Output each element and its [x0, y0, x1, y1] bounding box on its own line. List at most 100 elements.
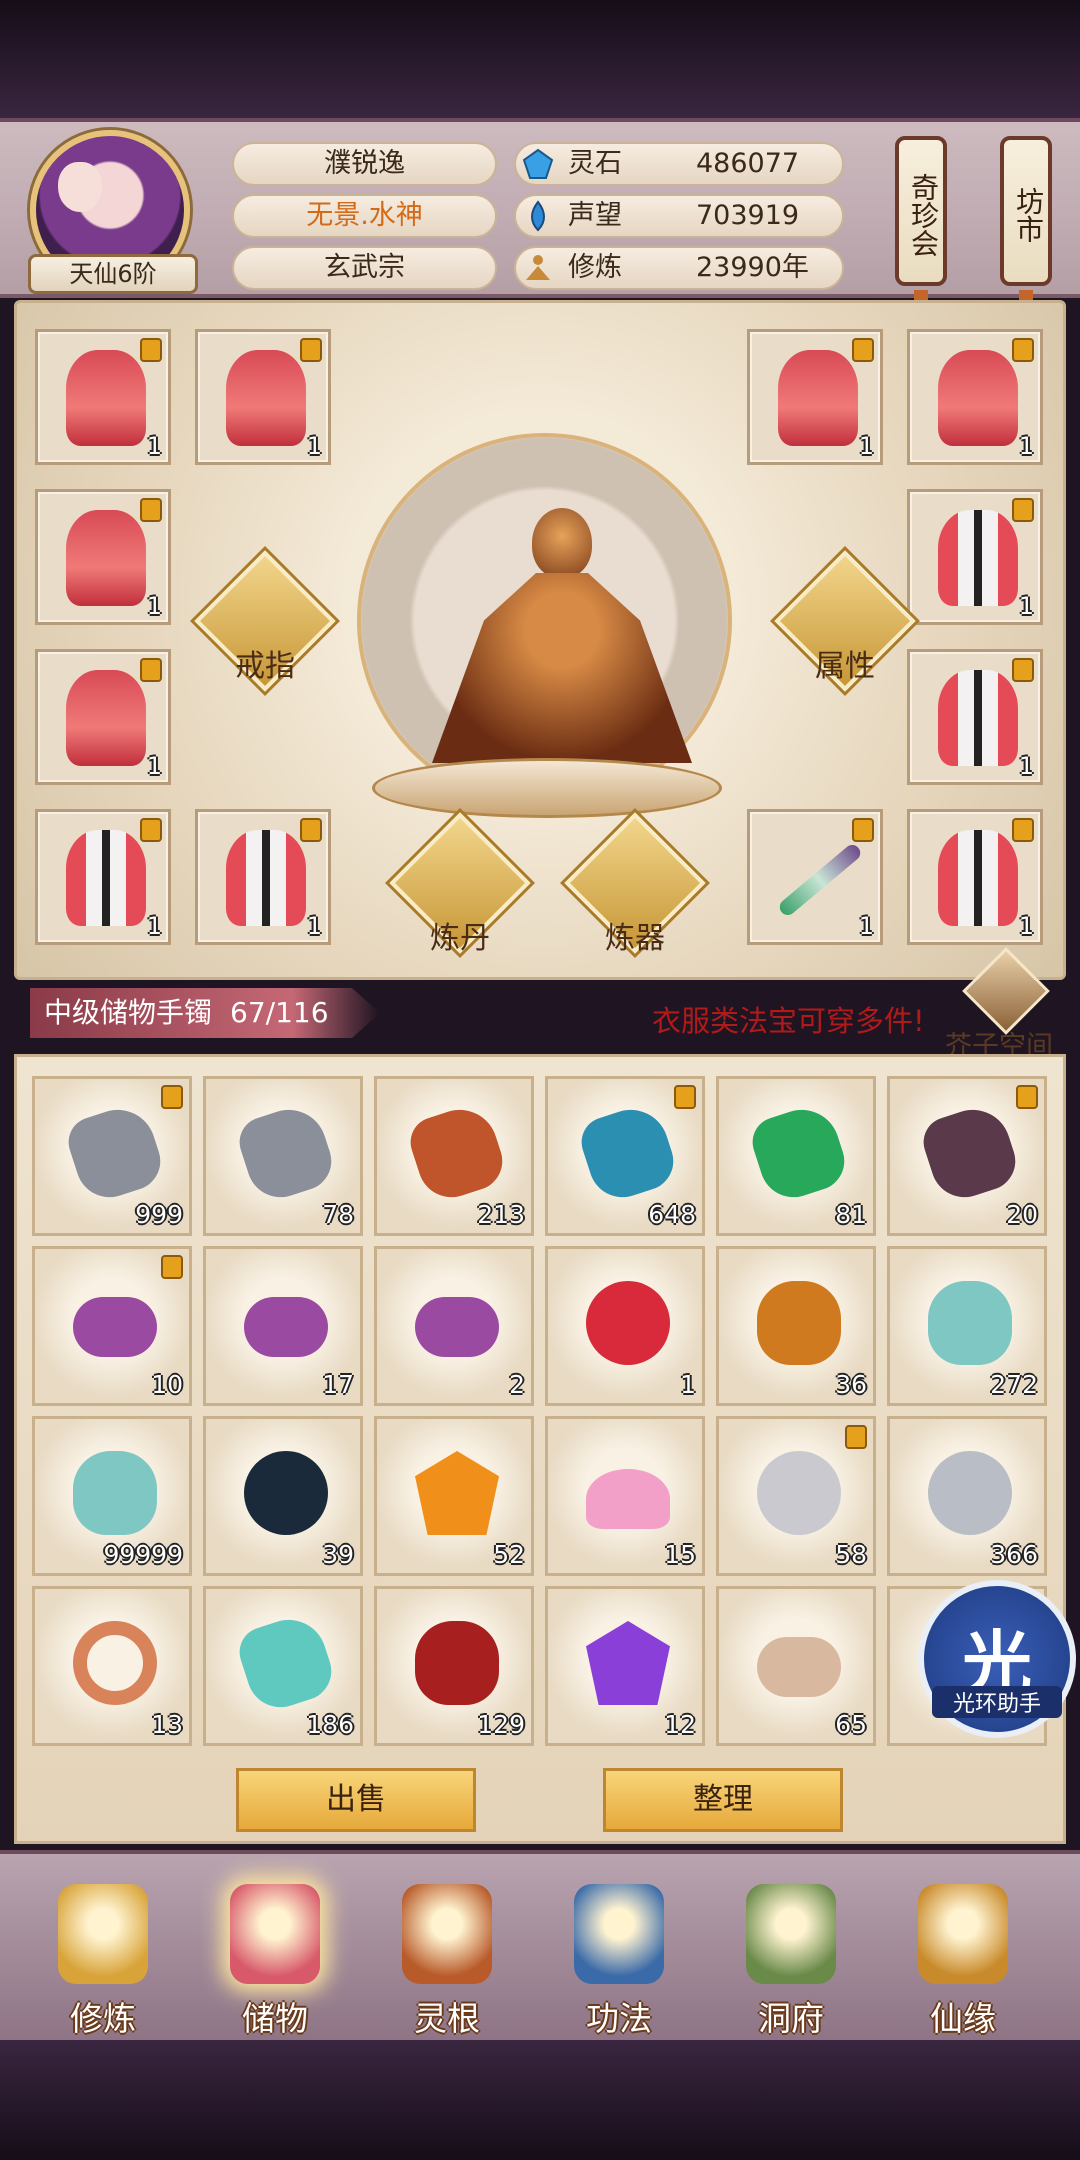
helper-floating-button[interactable]: 光 光环助手 — [918, 1580, 1076, 1738]
item-quantity: 1 — [858, 432, 874, 460]
storage-cell[interactable]: 58 — [716, 1416, 876, 1576]
storage-cell[interactable]: 78 — [203, 1076, 363, 1236]
dark-crystal-icon — [917, 1100, 1023, 1206]
equip-slot[interactable]: 1 — [195, 809, 331, 945]
equip-slot[interactable]: 1 — [907, 649, 1043, 785]
spirit-stone-icon — [522, 148, 554, 179]
player-title[interactable]: 无景.水神 — [232, 194, 497, 238]
equip-slot[interactable]: 1 — [907, 489, 1043, 625]
fire-crystal-icon — [404, 1100, 510, 1206]
sell-button[interactable]: 出售 — [236, 1768, 476, 1832]
treasure-fair-button[interactable]: 奇珍会 — [895, 136, 947, 286]
storage-cell[interactable]: 81 — [716, 1076, 876, 1236]
equip-slot[interactable]: 1 — [35, 329, 171, 465]
equip-slot[interactable]: 1 — [747, 809, 883, 945]
storage-cell[interactable]: 99999 — [32, 1416, 192, 1576]
item-quantity: 366 — [990, 1540, 1038, 1569]
sword-icon — [776, 841, 864, 919]
storage-cell[interactable]: 65 — [716, 1586, 876, 1746]
market-button[interactable]: 坊市 — [1000, 136, 1052, 286]
equip-slot[interactable]: 1 — [35, 649, 171, 785]
sort-button[interactable]: 整理 — [603, 1768, 843, 1832]
item-quantity: 129 — [477, 1710, 525, 1739]
nav-item[interactable]: 仙缘 — [888, 1854, 1038, 2044]
lock-icon — [140, 498, 162, 522]
equip-slot[interactable]: 1 — [35, 489, 171, 625]
equip-slot[interactable]: 1 — [907, 329, 1043, 465]
equip-slot[interactable]: 1 — [195, 329, 331, 465]
robe-icon — [66, 830, 146, 926]
blue-crystal-icon — [575, 1100, 681, 1206]
player-sect[interactable]: 玄武宗 — [232, 246, 497, 290]
stat-reputation: 声望 703919 — [514, 194, 844, 238]
robe-icon — [66, 510, 146, 606]
nav-label: 修炼 — [70, 1999, 136, 2038]
fortune-gourd-icon — [918, 1884, 1008, 1984]
reputation-icon — [531, 200, 545, 232]
nav-item[interactable]: 修炼 — [28, 1854, 178, 2044]
storage-cell[interactable]: 1 — [545, 1246, 705, 1406]
storage-cell[interactable]: 17 — [203, 1246, 363, 1406]
stat-cultivation: 修炼 23990年 — [514, 246, 844, 290]
star-chart-icon — [244, 1451, 328, 1535]
storage-cell[interactable]: 272 — [887, 1246, 1047, 1406]
realm-badge: 天仙6阶 — [28, 254, 198, 294]
stat-label: 修炼 — [568, 252, 622, 283]
robe-icon — [938, 350, 1018, 446]
storage-cell[interactable]: 129 — [374, 1586, 534, 1746]
item-quantity: 39 — [322, 1540, 354, 1569]
player-name: 濮锐逸 — [232, 142, 497, 186]
storage-cell[interactable]: 10 — [32, 1246, 192, 1406]
jade-cloud-icon — [233, 1610, 339, 1716]
nav-item[interactable]: 功法 — [544, 1854, 694, 2044]
storage-cell[interactable]: 648 — [545, 1076, 705, 1236]
equip-slot[interactable]: 1 — [907, 809, 1043, 945]
storage-cell[interactable]: 15 — [545, 1416, 705, 1576]
stat-spirit-stone: 灵石 486077 — [514, 142, 844, 186]
paper-scroll-icon — [757, 1637, 841, 1697]
item-quantity: 36 — [835, 1370, 867, 1399]
storage-cell[interactable]: 13 — [32, 1586, 192, 1746]
nav-label: 灵根 — [414, 1999, 480, 2038]
item-quantity: 1 — [146, 752, 162, 780]
item-quantity: 99999 — [103, 1540, 183, 1569]
storage-cell[interactable]: 366 — [887, 1416, 1047, 1576]
storage-cell[interactable]: 2 — [374, 1246, 534, 1406]
item-quantity: 1 — [858, 912, 874, 940]
item-quantity: 52 — [493, 1540, 525, 1569]
storage-cell[interactable]: 20 — [887, 1076, 1047, 1236]
robe-icon — [66, 670, 146, 766]
storage-cell[interactable]: 186 — [203, 1586, 363, 1746]
nav-item[interactable]: 洞府 — [716, 1854, 866, 2044]
equip-slot[interactable]: 1 — [35, 809, 171, 945]
item-quantity: 272 — [990, 1370, 1038, 1399]
nav-item[interactable]: 灵根 — [372, 1854, 522, 2044]
purple-scroll-icon — [73, 1297, 157, 1357]
jade-vase-icon — [73, 1451, 157, 1535]
technique-book-icon — [574, 1884, 664, 1984]
storage-cell[interactable]: 52 — [374, 1416, 534, 1576]
storage-capacity: 67/116 — [230, 996, 329, 1029]
red-pearl-icon — [586, 1281, 670, 1365]
equip-slot[interactable]: 1 — [747, 329, 883, 465]
item-quantity: 15 — [664, 1540, 696, 1569]
attributes-label: 属性 — [815, 649, 875, 684]
bottom-nav: 修炼 储物 灵根 功法 洞府 仙缘 — [0, 1850, 1080, 2040]
item-quantity: 999 — [135, 1200, 183, 1229]
item-quantity: 17 — [322, 1370, 354, 1399]
item-quantity: 1 — [146, 912, 162, 940]
alchemy-label: 炼丹 — [430, 921, 490, 956]
storage-cell[interactable]: 12 — [545, 1586, 705, 1746]
storage-cell[interactable]: 36 — [716, 1246, 876, 1406]
storage-cell[interactable]: 213 — [374, 1076, 534, 1236]
storage-cell[interactable]: 999 — [32, 1076, 192, 1236]
top-band — [0, 0, 1080, 120]
item-quantity: 78 — [322, 1200, 354, 1229]
storage-cell[interactable]: 39 — [203, 1416, 363, 1576]
lock-icon — [1012, 338, 1034, 362]
item-quantity: 186 — [306, 1710, 354, 1739]
silver-ore-icon — [233, 1100, 339, 1206]
lock-icon — [1012, 658, 1034, 682]
silver-ore-icon — [62, 1100, 168, 1206]
nav-item[interactable]: 储物 — [200, 1854, 350, 2044]
